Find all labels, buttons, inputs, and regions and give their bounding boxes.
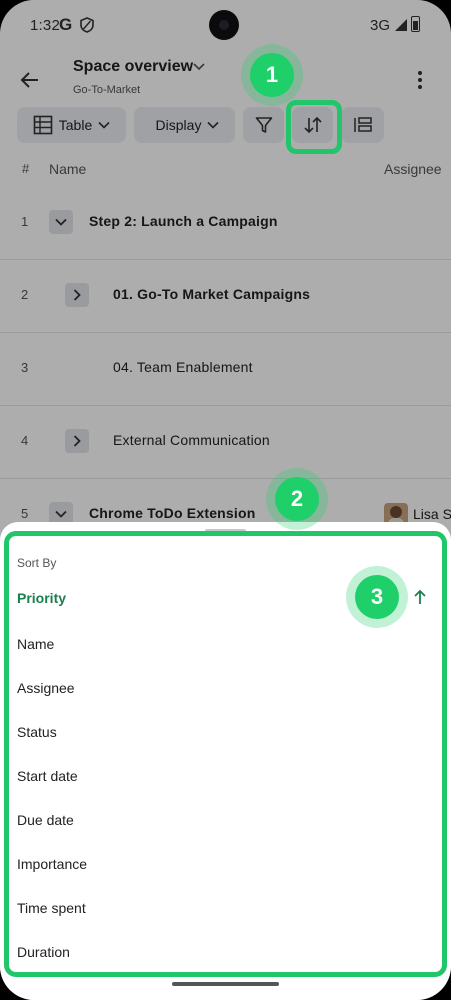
gesture-nav-bar[interactable] — [172, 982, 279, 986]
step-badge-2: 2 — [275, 477, 319, 521]
step-badge-3: 3 — [355, 575, 399, 619]
highlight-sort-button — [286, 100, 342, 154]
phone-screen: 1:32 G 3G Space overview Go-To-Market Ta… — [0, 0, 451, 1000]
step-badge-1: 1 — [250, 53, 294, 97]
